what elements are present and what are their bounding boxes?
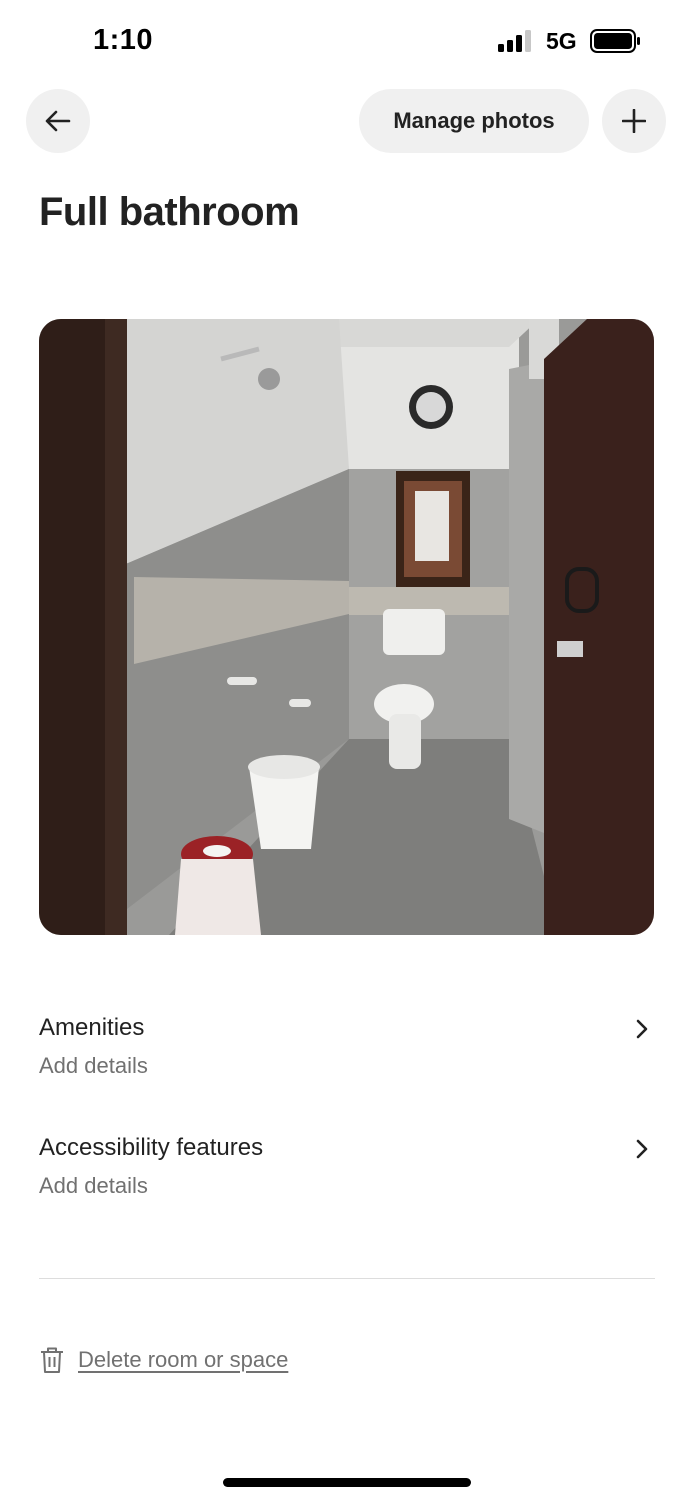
signal-bars-icon <box>498 30 531 52</box>
add-button[interactable] <box>602 89 666 153</box>
network-label: 5G <box>546 28 577 54</box>
arrow-left-icon <box>45 110 71 132</box>
plus-icon <box>622 109 646 133</box>
divider <box>39 1278 655 1279</box>
manage-photos-button[interactable]: Manage photos <box>359 89 589 153</box>
accessibility-features-row[interactable]: Accessibility features Add details <box>39 1128 655 1218</box>
accessibility-features-title: Accessibility features <box>39 1134 264 1161</box>
delete-room-label[interactable]: Delete room or space <box>78 1347 288 1373</box>
amenities-row[interactable]: Amenities Add details <box>39 1008 655 1098</box>
bathroom-photo-image <box>39 319 654 935</box>
status-time: 1:10 <box>93 24 154 56</box>
amenities-title: Amenities <box>39 1014 145 1041</box>
status-bar: 1:10 5G <box>0 0 693 84</box>
chevron-right-icon <box>636 1139 648 1159</box>
battery-icon <box>590 29 640 53</box>
back-button[interactable] <box>26 89 90 153</box>
page-title: Full bathroom <box>39 190 300 234</box>
bathroom-photo[interactable] <box>39 319 654 935</box>
home-indicator <box>223 1478 471 1487</box>
chevron-right-icon <box>636 1019 648 1039</box>
amenities-subtitle: Add details <box>39 1053 148 1078</box>
trash-icon <box>41 1347 63 1373</box>
delete-room-link[interactable]: Delete room or space <box>39 1342 288 1378</box>
accessibility-features-subtitle: Add details <box>39 1173 148 1198</box>
